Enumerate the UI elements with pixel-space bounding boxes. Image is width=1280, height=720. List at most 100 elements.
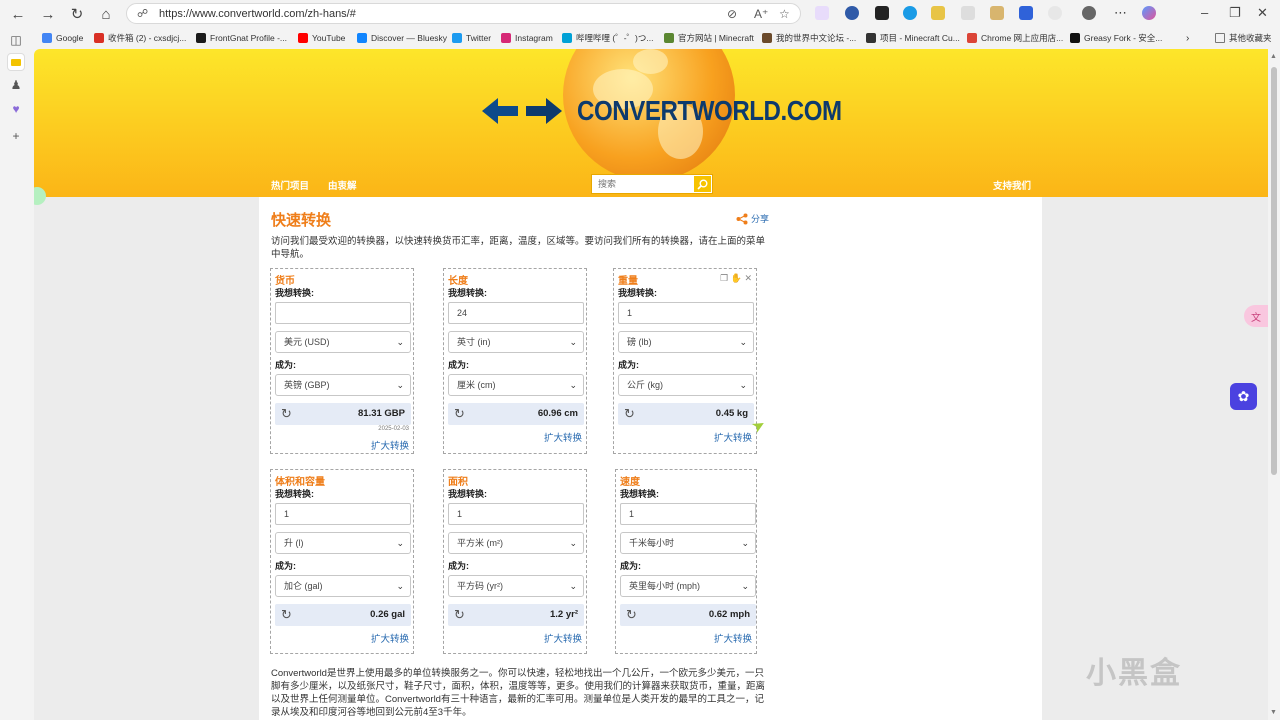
page-scrollbar[interactable]: ▲ ▼ (1268, 49, 1280, 720)
from-label: 我想转换: (448, 489, 487, 499)
new-tab-icon[interactable]: + (7, 127, 25, 145)
bookmark-item[interactable]: Twitter (452, 31, 491, 45)
bookmark-item[interactable]: 哔哩哔哩 (゜-゜)つ... (562, 31, 653, 45)
bookmark-favicon-icon (1070, 33, 1080, 43)
to-unit-select[interactable]: 英镑 (GBP) ⌄ (275, 374, 411, 396)
tab-actions-icon[interactable]: ◫ (7, 31, 25, 49)
translate-bubble-icon[interactable]: 文 (1244, 305, 1268, 327)
address-bar[interactable]: ☍ https://www.convertworld.com/zh-hans/#… (126, 3, 801, 24)
restore-icon[interactable]: ❐ (1229, 5, 1241, 21)
from-unit-select[interactable]: 磅 (lb) ⌄ (618, 331, 754, 353)
bookmark-item[interactable]: 收件箱 (2) - cxsdjcj... (94, 31, 186, 45)
extension-2-icon[interactable] (845, 6, 859, 20)
nav-units[interactable]: 由衷解 (328, 178, 357, 192)
favorite-star-icon[interactable]: ☆ (779, 7, 790, 21)
swap-units-icon[interactable]: ↻ (454, 607, 465, 623)
close-icon[interactable]: ✕ (744, 273, 752, 283)
nav-popular[interactable]: 热门项目 (271, 178, 309, 192)
copilot-icon[interactable] (1142, 6, 1156, 20)
minimize-icon[interactable]: – (1201, 5, 1208, 20)
to-unit-select[interactable]: 加仑 (gal) ⌄ (275, 575, 411, 597)
from-unit-value: 平方米 (m²) (457, 538, 503, 548)
chevron-down-icon: ⌄ (396, 538, 404, 548)
bookmark-item[interactable]: 官方网站 | Minecraft (664, 31, 754, 45)
close-window-icon[interactable]: ✕ (1257, 5, 1268, 21)
forward-icon[interactable]: → (38, 4, 58, 24)
amount-input[interactable] (620, 503, 756, 525)
bookmark-item[interactable]: 项目 - Minecraft Cu... (866, 31, 960, 45)
read-aloud-icon[interactable]: A⁺ (754, 7, 768, 21)
from-unit-select[interactable]: 升 (l) ⌄ (275, 532, 411, 554)
scrollbar-thumb[interactable] (1271, 67, 1277, 475)
from-unit-select[interactable]: 平方米 (m²) ⌄ (448, 532, 584, 554)
from-unit-select[interactable]: 千米每小时 ⌄ (620, 532, 756, 554)
bookmark-item[interactable]: YouTube (298, 31, 345, 45)
more-menu-icon[interactable]: ⋯ (1114, 5, 1127, 21)
home-icon[interactable]: ⌂ (96, 4, 116, 24)
chevron-down-icon: ⌄ (569, 337, 577, 347)
bookmark-item[interactable]: 我的世界中文论坛 -... (762, 31, 856, 45)
to-unit-select[interactable]: 公斤 (kg) ⌄ (618, 374, 754, 396)
share-button[interactable]: 分享 (736, 212, 769, 225)
tracking-off-icon[interactable]: ⊘ (727, 7, 737, 21)
extension-tab-icon[interactable]: ♥ (7, 100, 25, 118)
swap-units-icon[interactable]: ↻ (454, 406, 465, 422)
extensions-icon[interactable] (1048, 6, 1062, 20)
share-label: 分享 (751, 214, 770, 224)
site-info-icon[interactable]: ☍ (137, 7, 148, 20)
watermark-text: 小黑盒 (1086, 657, 1182, 690)
amount-input[interactable] (448, 503, 584, 525)
swap-units-icon[interactable]: ↻ (281, 607, 292, 623)
search-input[interactable] (592, 175, 692, 193)
bookmark-item[interactable]: Google (42, 31, 83, 45)
bookmark-label: Discover — Bluesky (371, 33, 448, 43)
amount-input[interactable] (618, 302, 754, 324)
amount-input[interactable] (448, 302, 584, 324)
profile-avatar[interactable] (1082, 6, 1096, 20)
expand-converter-link[interactable]: 扩大转换 (371, 438, 409, 452)
bookmarks-overflow-icon[interactable]: › (1186, 31, 1189, 45)
site-logo[interactable]: CONVERTWORLD.COM (577, 95, 842, 127)
bookmark-item[interactable]: Instagram (501, 31, 553, 45)
expand-converter-link[interactable]: 扩大转换 (544, 430, 582, 444)
about-text: Convertworld是世界上使用最多的单位转换服务之一。你可以快速，轻松地找… (271, 668, 766, 718)
search-button[interactable] (694, 176, 711, 192)
reload-icon[interactable]: ↻ (67, 4, 87, 24)
bookmark-item[interactable]: Chrome 网上应用店... (967, 31, 1063, 45)
swap-units-icon[interactable]: ↻ (626, 607, 637, 623)
amount-input[interactable] (275, 503, 411, 525)
from-unit-select[interactable]: 美元 (USD) ⌄ (275, 331, 411, 353)
nav-support[interactable]: 支持我们 (993, 178, 1031, 192)
extension-5-icon[interactable] (931, 6, 945, 20)
from-unit-select[interactable]: 英寸 (in) ⌄ (448, 331, 584, 353)
back-icon[interactable]: ← (8, 4, 28, 24)
bookmark-item[interactable]: FrontGnat Profile -... (196, 31, 287, 45)
to-unit-select[interactable]: 厘米 (cm) ⌄ (448, 374, 584, 396)
extension-1-icon[interactable] (815, 6, 829, 20)
profile-tab-icon[interactable]: ♟ (7, 76, 25, 94)
extension-6-icon[interactable] (961, 6, 975, 20)
drag-hand-icon[interactable]: ✋ (731, 273, 745, 283)
swap-units-icon[interactable]: ↻ (281, 406, 292, 422)
to-unit-select[interactable]: 英里每小时 (mph) ⌄ (620, 575, 756, 597)
active-tab-icon[interactable] (7, 53, 25, 71)
expand-converter-link[interactable]: 扩大转换 (371, 631, 409, 645)
extension-7-icon[interactable] (990, 6, 1004, 20)
expand-converter-link[interactable]: 扩大转换 (714, 430, 752, 444)
scroll-up-icon[interactable]: ▲ (1270, 53, 1277, 60)
amount-input[interactable] (275, 302, 411, 324)
expand-converter-link[interactable]: 扩大转换 (714, 631, 752, 645)
swap-units-icon[interactable]: ↻ (624, 406, 635, 422)
bookmark-item[interactable]: Discover — Bluesky (357, 31, 447, 45)
scroll-down-icon[interactable]: ▼ (1270, 709, 1277, 716)
copy-icon[interactable]: ❐ (720, 273, 731, 283)
bookmark-item[interactable]: Greasy Fork - 安全... (1070, 31, 1162, 45)
other-bookmarks[interactable]: 其他收藏夹 (1215, 31, 1272, 45)
extension-8-icon[interactable] (1019, 6, 1033, 20)
expand-converter-link[interactable]: 扩大转换 (544, 631, 582, 645)
extension-3-icon[interactable] (875, 6, 889, 20)
floating-app-icon[interactable]: ✿ (1230, 383, 1257, 410)
extension-4-icon[interactable] (903, 6, 917, 20)
bookmark-favicon-icon (94, 33, 104, 43)
to-unit-select[interactable]: 平方码 (yr²) ⌄ (448, 575, 584, 597)
